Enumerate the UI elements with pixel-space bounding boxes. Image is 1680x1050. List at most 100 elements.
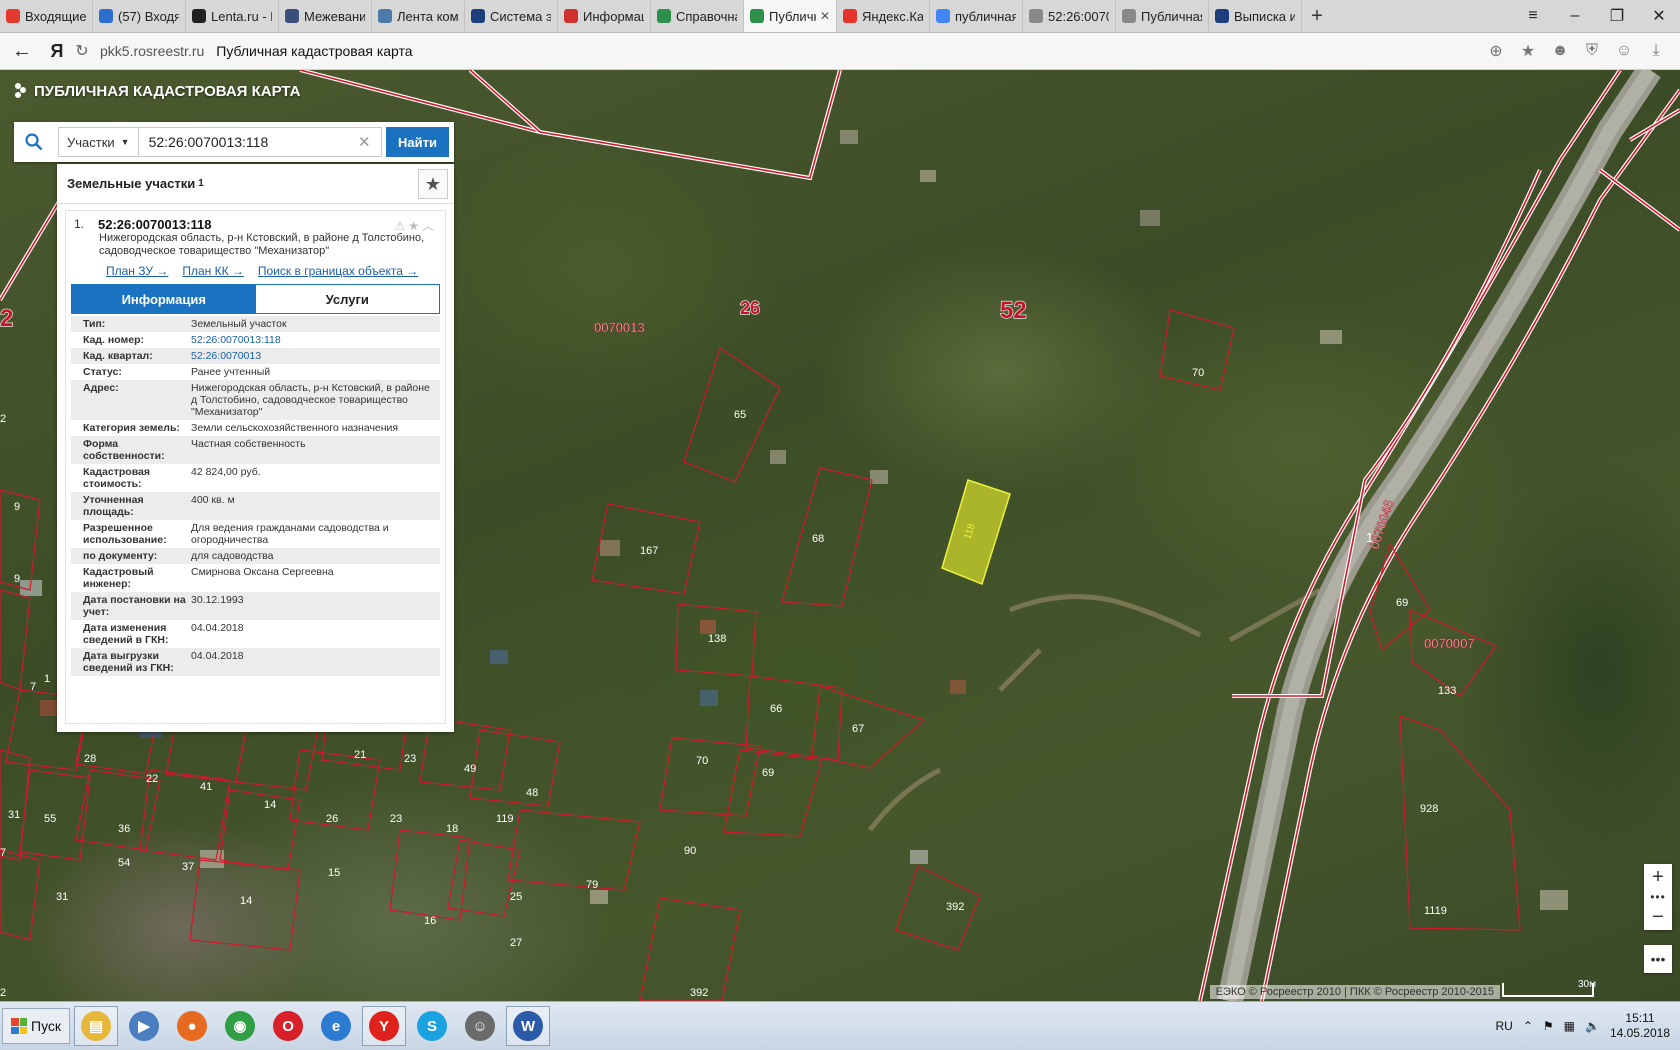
dirt-roads [868, 587, 1322, 832]
collapse-chevron-icon[interactable]: ︿ [422, 219, 437, 233]
zoom-out-button[interactable]: − [1644, 904, 1672, 930]
plot-number-label: 26 [326, 813, 338, 825]
search-category-select[interactable]: Участки ▼ [58, 127, 139, 157]
info-value: Земельный участок [191, 318, 287, 330]
browser-tab[interactable]: Выписка и [1209, 0, 1302, 32]
browser-tab[interactable]: публичная [930, 0, 1023, 32]
browser-tab[interactable]: Межевани [279, 0, 372, 32]
minimize-button[interactable]: – [1554, 7, 1596, 25]
browser-tab[interactable]: Публичн ✕ [744, 0, 837, 32]
browser-tab[interactable]: Система эл [465, 0, 558, 32]
profile-icon[interactable]: ☻ [1550, 42, 1570, 60]
clear-search-icon[interactable]: ✕ [358, 133, 376, 151]
plot-number-label: 2 [0, 413, 6, 425]
plot-number-label: 119 [496, 813, 514, 825]
close-window-button[interactable]: ✕ [1638, 6, 1680, 26]
search-within-link[interactable]: Поиск в границах объекта → [258, 264, 418, 278]
warning-icon[interactable]: ⚠ [394, 219, 408, 233]
flag-icon[interactable]: ⚑ [1543, 1019, 1554, 1033]
plot-number-label: 69 [762, 767, 774, 779]
info-row: Тип: Земельный участок [71, 316, 440, 332]
taskbar-app-yandex[interactable]: Y [362, 1006, 407, 1046]
tab-label: публичная [955, 8, 1016, 24]
info-value: 42 824,00 руб. [191, 466, 261, 478]
info-value[interactable]: 52:26:0070013 [191, 350, 440, 362]
search-input[interactable] [138, 127, 383, 157]
info-key: Уточненная площадь: [83, 494, 144, 518]
tab-label: Информац [583, 8, 644, 24]
info-key: Разрешенное использование: [83, 522, 167, 546]
tab-favicon-icon [564, 9, 578, 23]
browser-tab[interactable]: Входящие [0, 0, 93, 32]
taskbar-app-opera[interactable]: O [266, 1006, 310, 1046]
info-value: 04.04.2018 [191, 650, 244, 662]
tab-label: Публичная [1141, 8, 1202, 24]
restore-button[interactable]: ❐ [1596, 6, 1638, 26]
plot-number-label: 22 [146, 773, 158, 785]
bookmark-star-icon[interactable]: ★ [1518, 41, 1538, 61]
taskbar-app-firefox[interactable]: ● [170, 1006, 214, 1046]
info-row: Форма собственности: Частная собственност… [71, 436, 440, 464]
result-cadastral-number[interactable]: 52:26:0070013:118 [98, 217, 212, 232]
browser-tab[interactable]: Яндекс.Кар [837, 0, 930, 32]
tab-info[interactable]: Информация [72, 285, 256, 313]
page-title[interactable]: Публичная кадастровая карта [216, 43, 412, 59]
chevron-down-icon: ▼ [120, 137, 130, 147]
network-icon[interactable]: ▦ [1564, 1019, 1575, 1033]
taskbar-app-media[interactable]: ▶ [122, 1006, 166, 1046]
zoom-slider[interactable]: ••• [1644, 890, 1672, 904]
browser-tab[interactable]: 52:26:0070 [1023, 0, 1116, 32]
browser-tab[interactable]: Информац [558, 0, 651, 32]
browser-tab[interactable]: Lenta.ru - Н [186, 0, 279, 32]
back-button[interactable]: ← [0, 40, 44, 63]
taskbar-app-app[interactable]: ☺ [458, 1006, 502, 1046]
taskbar-app-word[interactable]: W [506, 1006, 551, 1046]
browser-tab[interactable]: Публичная [1116, 0, 1209, 32]
browser-tab[interactable]: Лента ком [372, 0, 465, 32]
plot-number-label: 54 [118, 857, 130, 869]
browser-tab[interactable]: (57) Входя [93, 0, 186, 32]
plot-number-label: 14 [264, 799, 276, 811]
zoom-in-button[interactable]: + [1644, 864, 1672, 890]
star-icon[interactable]: ★ [408, 219, 422, 233]
url-domain[interactable]: pkk5.rosreestr.ru [100, 43, 204, 59]
find-button[interactable]: Найти [386, 127, 449, 157]
taskbar-app-ie[interactable]: e [314, 1006, 358, 1046]
site-info-icon[interactable]: ↻ [70, 41, 94, 61]
taskbar-app-skype[interactable]: S [410, 1006, 454, 1046]
new-tab-button[interactable]: + [1302, 0, 1332, 32]
start-button[interactable]: Пуск [2, 1008, 71, 1044]
downloads-icon[interactable]: ⤓ [1646, 42, 1666, 60]
info-row: Уточненная площадь: 400 кв. м [71, 492, 440, 520]
plot-number-label: 928 [1420, 803, 1438, 815]
account-icon[interactable]: ☺ [1614, 42, 1634, 60]
more-tools-button[interactable]: ••• [1644, 945, 1672, 973]
language-indicator[interactable]: RU [1495, 1019, 1512, 1033]
favorites-star-icon[interactable]: ★ [418, 169, 448, 199]
info-value[interactable]: 52:26:0070013:118 [191, 334, 440, 346]
protect-icon[interactable]: ⛨ [1582, 42, 1602, 60]
clock[interactable]: 15:11 14.05.2018 [1610, 1011, 1670, 1041]
plan-kk-link[interactable]: План КК → [182, 264, 244, 278]
search-icon[interactable] [14, 122, 54, 162]
plot-number-label: 67 [852, 723, 864, 735]
info-key: Адрес: [83, 382, 119, 394]
plan-zu-link[interactable]: План ЗУ → [106, 264, 168, 278]
plot-number-label: 27 [510, 937, 522, 949]
tab-label: 52:26:0070 [1048, 8, 1109, 24]
plot-number-label: 133 [1438, 685, 1456, 697]
tray-expand-icon[interactable]: ⌃ [1523, 1019, 1533, 1033]
taskbar-app-chrome[interactable]: ◉ [218, 1006, 262, 1046]
menu-icon[interactable]: ≡ [1512, 7, 1554, 25]
tab-services[interactable]: Услуги [255, 285, 439, 313]
results-heading: Земельные участки 1 [57, 164, 454, 204]
selected-plot[interactable] [941, 479, 1011, 585]
extension-icon[interactable]: ⊕ [1486, 41, 1506, 61]
browser-tab[interactable]: Справочна [651, 0, 744, 32]
plot-number-label: 7 [30, 681, 36, 693]
taskbar-app-explorer[interactable]: ▤ [74, 1006, 119, 1046]
plot-number-label: 21 [354, 749, 366, 761]
tab-close-icon[interactable]: ✕ [820, 9, 830, 23]
yandex-logo[interactable]: Я [44, 41, 70, 62]
volume-icon[interactable]: 🔈 [1585, 1019, 1600, 1033]
